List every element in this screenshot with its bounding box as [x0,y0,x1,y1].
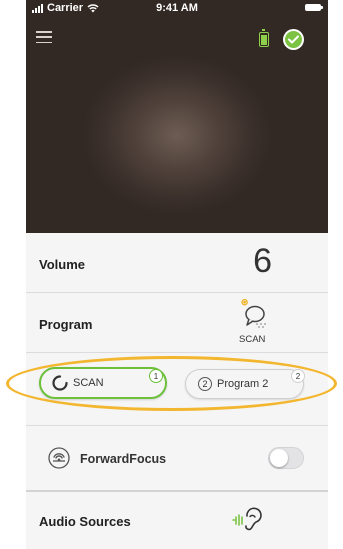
hearing-stream-icon [232,507,262,531]
program-badge: 1 [149,369,163,383]
toggle-knob [270,449,288,467]
scan-program-icon [241,299,266,328]
status-battery-icon [305,4,323,11]
volume-value: 6 [253,242,272,280]
status-bar: Carrier 9:41 AM [26,0,328,16]
app-screen: Carrier 9:41 AM Volume 6 Program SCAN SC… [26,0,328,549]
checkmark-circle-icon[interactable] [283,29,304,50]
program-row[interactable]: Program SCAN [26,293,328,353]
forward-focus-label: ForwardFocus [80,452,167,466]
program-option-label: Program 2 [217,378,269,390]
program-badge: 2 [291,369,305,383]
header-area: Carrier 9:41 AM [26,0,328,233]
hamburger-menu-icon[interactable] [36,31,52,43]
program-option-scan[interactable]: SCAN [39,367,167,399]
forward-focus-icon [48,447,70,469]
audio-sources-row[interactable]: Audio Sources [26,492,328,549]
scan-icon [52,375,68,391]
program-option-program-2[interactable]: 2 Program 2 [185,369,304,399]
program-label: Program [39,317,93,332]
program-number-icon: 2 [198,377,212,391]
status-time: 9:41 AM [156,2,198,14]
program-option-label: SCAN [73,377,104,389]
program-current-label: SCAN [239,334,266,345]
volume-label: Volume [39,257,85,272]
forward-focus-toggle[interactable] [268,447,304,469]
audio-sources-label: Audio Sources [39,514,131,529]
battery-full-icon [259,29,269,47]
volume-row[interactable]: Volume 6 [26,233,328,293]
